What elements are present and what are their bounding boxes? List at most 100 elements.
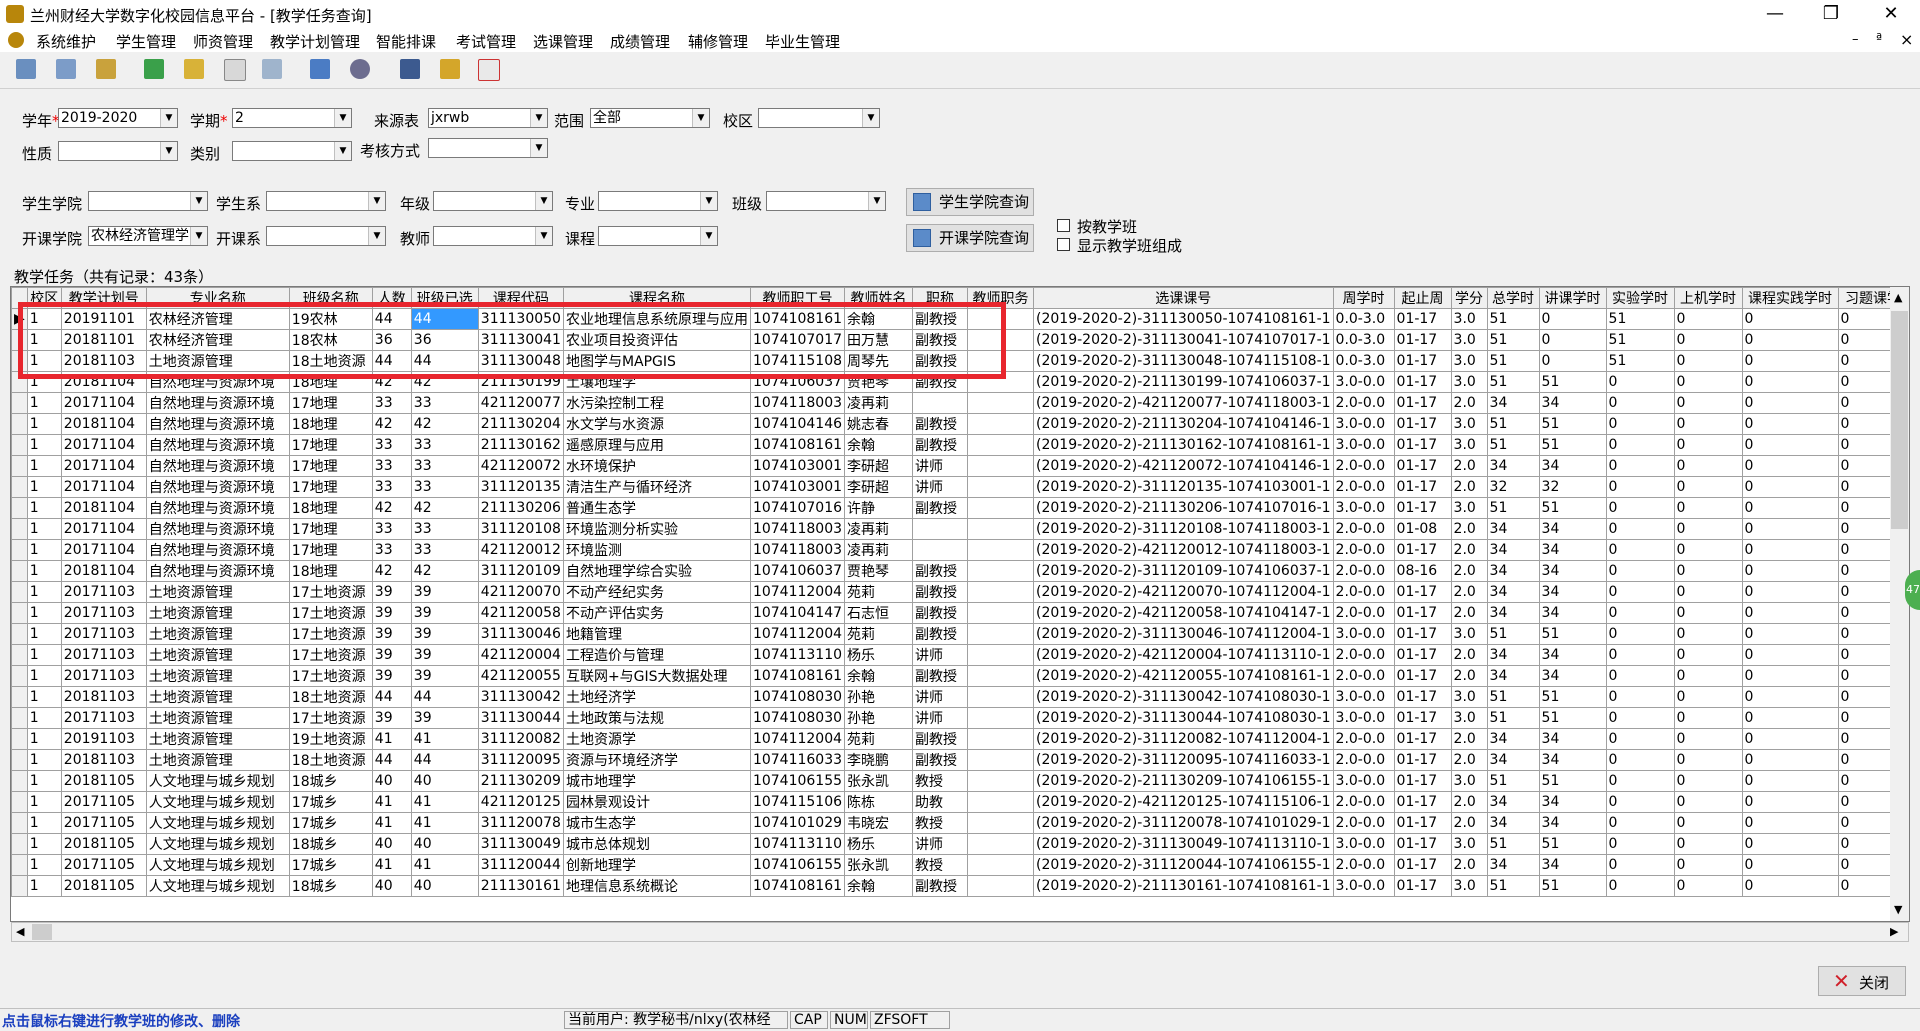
table-cell[interactable]: 34 <box>1538 455 1607 477</box>
table-cell[interactable]: 0 <box>1605 791 1675 813</box>
row-indicator[interactable] <box>11 434 28 456</box>
table-cell[interactable] <box>967 686 1035 708</box>
table-cell[interactable]: 41 <box>410 812 479 834</box>
table-cell[interactable]: 34 <box>1538 518 1607 540</box>
table-cell[interactable]: 01-17 <box>1393 413 1452 435</box>
table-cell[interactable]: 51 <box>1486 350 1540 372</box>
table-cell[interactable]: 39 <box>371 707 412 729</box>
table-cell[interactable]: 34 <box>1538 539 1607 561</box>
table-cell[interactable]: 3.0-0.0 <box>1332 770 1395 792</box>
row-indicator[interactable] <box>11 413 28 435</box>
table-cell[interactable]: 3.0-0.0 <box>1332 875 1395 897</box>
table-cell[interactable]: 20171103 <box>60 623 147 645</box>
table-cell[interactable]: 211130206 <box>477 497 564 519</box>
table-cell[interactable]: 33 <box>371 434 412 456</box>
table-cell[interactable]: 34 <box>1486 854 1540 876</box>
jiaoshi-select[interactable]: ▼ <box>433 226 553 246</box>
table-cell[interactable]: 0 <box>1605 413 1675 435</box>
table-cell[interactable]: 0 <box>1673 392 1743 414</box>
table-cell[interactable]: 1 <box>26 392 62 414</box>
table-cell[interactable]: 17地理 <box>288 392 373 414</box>
table-cell[interactable]: 人文地理与城乡规划 <box>145 875 290 897</box>
table-cell[interactable]: (2019-2020-2)-311130041-1074107017-1 <box>1033 329 1334 351</box>
table-cell[interactable]: 0 <box>1741 434 1839 456</box>
table-cell[interactable]: 0 <box>1741 749 1839 771</box>
table-cell[interactable]: 01-17 <box>1393 854 1452 876</box>
table-cell[interactable]: 3.0-0.0 <box>1332 371 1395 393</box>
table-cell[interactable]: 01-17 <box>1393 875 1452 897</box>
table-cell[interactable]: 39 <box>410 665 479 687</box>
table-cell[interactable]: 51 <box>1486 413 1540 435</box>
table-cell[interactable]: 34 <box>1538 581 1607 603</box>
table-cell[interactable]: 0 <box>1605 623 1675 645</box>
table-cell[interactable]: (2019-2020-2)-211130209-1074106155-1 <box>1033 770 1334 792</box>
table-cell[interactable]: 0 <box>1605 854 1675 876</box>
table-cell[interactable]: 1074106037 <box>749 560 846 582</box>
table-cell[interactable]: 42 <box>410 497 479 519</box>
table-cell[interactable]: 18城乡 <box>288 875 373 897</box>
table-cell[interactable]: 韦晓宏 <box>844 812 914 834</box>
table-cell[interactable]: 张永凯 <box>844 770 914 792</box>
table-cell[interactable]: 1074112004 <box>749 623 846 645</box>
xiaoqu-select[interactable]: ▼ <box>758 108 880 128</box>
table-cell[interactable]: 01-17 <box>1393 434 1452 456</box>
table-cell[interactable]: 李晓鹏 <box>844 749 914 771</box>
table-cell[interactable]: 自然地理与资源环境 <box>145 518 290 540</box>
table-cell[interactable]: 0 <box>1741 350 1839 372</box>
table-cell[interactable]: 34 <box>1538 728 1607 750</box>
table-cell[interactable]: 0 <box>1605 602 1675 624</box>
table-cell[interactable]: 土地资源管理 <box>145 749 290 771</box>
table-cell[interactable]: 人文地理与城乡规划 <box>145 833 290 855</box>
table-cell[interactable]: 自然地理与资源环境 <box>145 455 290 477</box>
table-cell[interactable] <box>967 602 1035 624</box>
table-cell[interactable]: (2019-2020-2)-311130050-1074108161-1 <box>1033 308 1334 330</box>
table-cell[interactable]: 34 <box>1486 728 1540 750</box>
table-row[interactable]: 1 20181103 土地资源管理 18土地资源 44 44 311120095 资源与环境经… <box>11 749 1909 771</box>
table-cell[interactable]: 自然地理与资源环境 <box>145 413 290 435</box>
table-cell[interactable]: 34 <box>1538 602 1607 624</box>
row-indicator[interactable] <box>11 476 28 498</box>
table-cell[interactable]: 20191103 <box>60 728 147 750</box>
export-icon[interactable] <box>184 59 204 79</box>
column-header[interactable]: 上机学时 <box>1673 287 1743 309</box>
table-cell[interactable]: 副教授 <box>912 413 969 435</box>
table-cell[interactable]: 苑莉 <box>844 581 914 603</box>
table-cell[interactable]: 1 <box>26 581 62 603</box>
table-cell[interactable]: 土地资源管理 <box>145 644 290 666</box>
table-cell[interactable]: 211130204 <box>477 413 564 435</box>
table-cell[interactable]: 土地资源管理 <box>145 665 290 687</box>
table-cell[interactable]: 51 <box>1538 686 1607 708</box>
row-indicator[interactable] <box>11 623 28 645</box>
table-cell[interactable]: 40 <box>371 875 412 897</box>
table-cell[interactable]: 33 <box>371 518 412 540</box>
table-cell[interactable]: 311130044 <box>477 707 564 729</box>
column-header[interactable]: 选课课号 <box>1033 287 1334 309</box>
table-cell[interactable]: 1074112004 <box>749 581 846 603</box>
table-cell[interactable]: 土地资源管理 <box>145 728 290 750</box>
leibie-select[interactable]: ▼ <box>232 141 352 161</box>
row-indicator[interactable] <box>11 602 28 624</box>
table-cell[interactable]: 土地资源学 <box>562 728 751 750</box>
table-cell[interactable]: 人文地理与城乡规划 <box>145 854 290 876</box>
table-cell[interactable]: 石志恒 <box>844 602 914 624</box>
table-cell[interactable]: 土地政策与法规 <box>562 707 751 729</box>
table-cell[interactable]: 讲师 <box>912 707 969 729</box>
table-cell[interactable]: 33 <box>371 455 412 477</box>
table-cell[interactable]: 教授 <box>912 812 969 834</box>
table-cell[interactable]: 0 <box>1605 707 1675 729</box>
menu-minor[interactable]: 辅修管理 <box>688 31 748 52</box>
table-cell[interactable]: 普通生态学 <box>562 497 751 519</box>
exit-icon[interactable] <box>478 59 500 81</box>
row-indicator[interactable] <box>11 392 28 414</box>
table-cell[interactable]: (2019-2020-2)-311130048-1074115108-1 <box>1033 350 1334 372</box>
table-cell[interactable]: 水文学与水资源 <box>562 413 751 435</box>
table-cell[interactable]: 2.0 <box>1450 560 1488 582</box>
table-cell[interactable]: 1074101029 <box>749 812 846 834</box>
table-cell[interactable]: 1074106155 <box>749 854 846 876</box>
table-cell[interactable]: 44 <box>371 749 412 771</box>
table-cell[interactable]: 51 <box>1486 434 1540 456</box>
table-cell[interactable]: (2019-2020-2)-211130204-1074104146-1 <box>1033 413 1334 435</box>
table-cell[interactable]: 0 <box>1741 371 1839 393</box>
table-cell[interactable]: 1 <box>26 623 62 645</box>
table-cell[interactable] <box>967 749 1035 771</box>
